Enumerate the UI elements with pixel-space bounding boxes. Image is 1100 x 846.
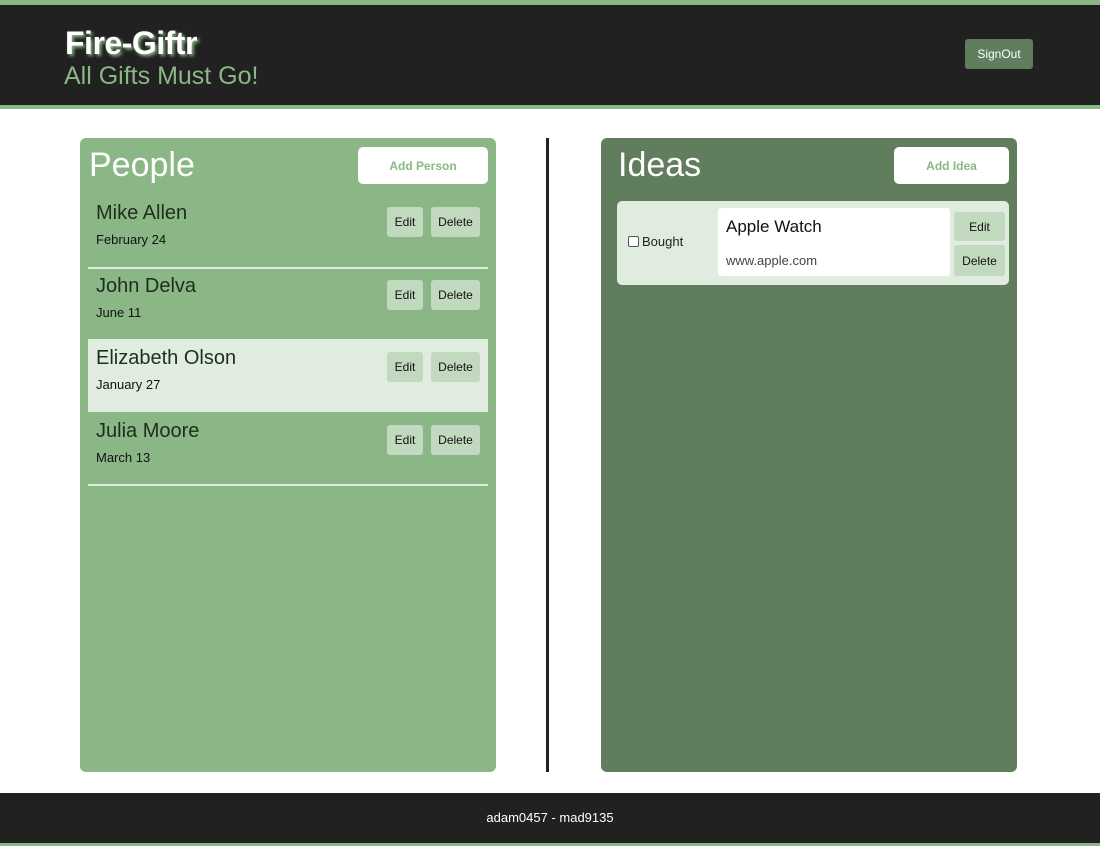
person-name: John Delva bbox=[96, 274, 197, 297]
person-name: Julia Moore bbox=[96, 419, 200, 442]
person-item[interactable]: Mike Allen February 24 Edit Delete bbox=[88, 196, 488, 269]
add-person-button[interactable]: Add Person bbox=[358, 147, 488, 184]
idea-title: Apple Watch bbox=[726, 217, 822, 236]
app-subtitle: All Gifts Must Go! bbox=[64, 62, 259, 90]
delete-person-button[interactable]: Delete bbox=[431, 279, 480, 310]
person-date: March 13 bbox=[96, 449, 151, 465]
panel-divider bbox=[546, 138, 549, 772]
person-name: Mike Allen bbox=[96, 202, 188, 224]
person-date: January 27 bbox=[96, 377, 161, 392]
edit-person-button[interactable]: Edit bbox=[387, 352, 423, 382]
app-header: Fire-Giftr All Gifts Must Go! SignOut bbox=[0, 0, 1100, 109]
footer-credits: adam0457 - mad9135 bbox=[486, 809, 614, 825]
signout-button[interactable]: SignOut bbox=[965, 39, 1033, 69]
people-title: People bbox=[89, 146, 195, 184]
person-date: June 11 bbox=[96, 304, 142, 320]
people-panel: People Add Person Mike Allen February 24… bbox=[80, 138, 496, 772]
person-item-selected[interactable]: Elizabeth Olson January 27 Edit Delete bbox=[88, 341, 488, 412]
person-item[interactable]: Julia Moore March 13 Edit Delete bbox=[88, 414, 488, 486]
delete-person-button[interactable]: Delete bbox=[431, 424, 480, 455]
app-footer: adam0457 - mad9135 bbox=[0, 793, 1100, 846]
idea-info: Apple Watch www.apple.com bbox=[718, 208, 950, 276]
edit-idea-button[interactable]: Edit bbox=[954, 212, 1005, 241]
bought-label-text: Bought bbox=[642, 234, 684, 249]
delete-idea-button[interactable]: Delete bbox=[954, 245, 1005, 276]
add-idea-button[interactable]: Add Idea bbox=[894, 147, 1009, 184]
edit-person-button[interactable]: Edit bbox=[387, 279, 423, 310]
person-date: February 24 bbox=[96, 232, 167, 247]
idea-url: www.apple.com bbox=[726, 253, 818, 268]
idea-card: Bought Apple Watch www.apple.com Edit De… bbox=[617, 201, 1009, 285]
delete-person-button[interactable]: Delete bbox=[431, 352, 480, 382]
people-list: Mike Allen February 24 Edit Delete John … bbox=[88, 196, 488, 486]
person-name: Elizabeth Olson bbox=[96, 347, 237, 369]
edit-person-button[interactable]: Edit bbox=[387, 424, 423, 455]
ideas-title: Ideas bbox=[618, 146, 702, 184]
person-item[interactable]: John Delva June 11 Edit Delete bbox=[88, 269, 488, 341]
delete-person-button[interactable]: Delete bbox=[431, 207, 480, 237]
bought-checkbox-label[interactable]: Bought bbox=[628, 234, 683, 249]
bought-checkbox[interactable] bbox=[628, 236, 639, 247]
app-title: Fire-Giftr bbox=[65, 25, 197, 61]
ideas-panel: Ideas Add Idea Bought Apple Watch www.ap… bbox=[601, 138, 1017, 772]
edit-person-button[interactable]: Edit bbox=[387, 207, 423, 237]
